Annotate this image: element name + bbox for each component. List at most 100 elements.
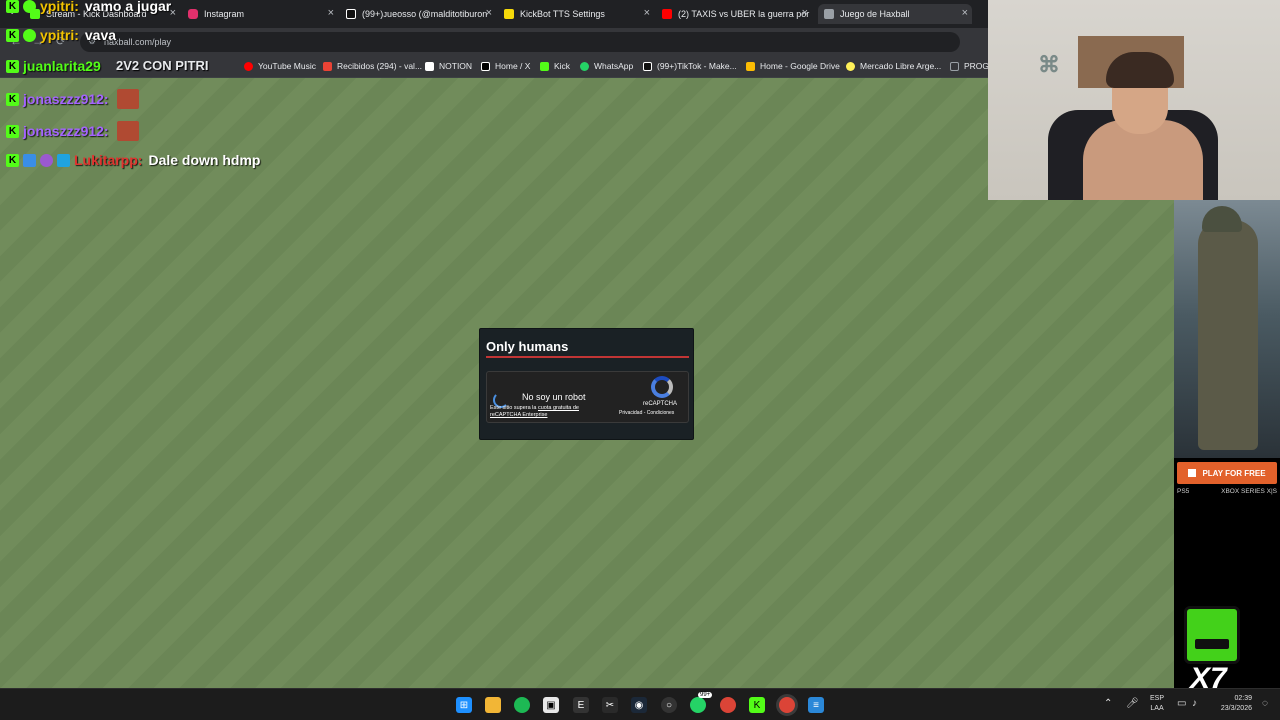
play-button-label: PLAY FOR FREE bbox=[1202, 468, 1266, 478]
notepad-icon[interactable]: ≡ bbox=[808, 697, 824, 713]
kick-app-icon[interactable]: K bbox=[749, 697, 765, 713]
bookmark-youtube-music[interactable]: YouTube Music bbox=[244, 61, 316, 71]
chat-username: Lukitarpp: bbox=[74, 152, 143, 168]
chat-text: vamo a jugar bbox=[84, 0, 172, 14]
kick-badge-icon: K bbox=[6, 59, 19, 73]
start-icon[interactable]: ⊞ bbox=[456, 697, 472, 713]
close-icon[interactable]: × bbox=[328, 7, 334, 19]
stream-mascot: X7 bbox=[1180, 604, 1242, 695]
bookmark-google-drive[interactable]: Home - Google Drive bbox=[746, 61, 840, 71]
subscriber-badge-icon bbox=[23, 0, 36, 13]
verified-badge-icon bbox=[40, 153, 53, 167]
whatsapp-badge: 99+ bbox=[698, 692, 713, 698]
instagram-favicon-icon bbox=[188, 9, 198, 19]
notion-icon bbox=[425, 61, 434, 71]
helmet-icon bbox=[1202, 206, 1242, 232]
platform-logos: PS5 XBOX SERIES X|S bbox=[1177, 488, 1277, 495]
dialog-title: Only humans bbox=[486, 339, 569, 354]
bookmark-label: PROG bbox=[964, 61, 990, 71]
youtube-favicon-icon bbox=[662, 9, 672, 19]
chat-username: jonaszzz912: bbox=[23, 123, 109, 139]
bookmark-label: Home / X bbox=[495, 61, 531, 71]
bookmark-2v2[interactable]: 2V2 CON PITRI bbox=[116, 58, 208, 73]
kick-badge-icon: K bbox=[6, 0, 19, 13]
bookmarks-bar: 2V2 CON PITRI YouTube Music Recibidos (2… bbox=[0, 56, 989, 78]
chat-username: juanlarita29 bbox=[23, 58, 101, 74]
play-for-free-button[interactable]: PLAY FOR FREE bbox=[1177, 462, 1277, 484]
kick-badge-icon: K bbox=[6, 153, 19, 167]
close-icon[interactable]: × bbox=[644, 7, 650, 19]
kick-badge-icon: K bbox=[6, 28, 19, 42]
bookmark-label: YouTube Music bbox=[258, 61, 316, 71]
bookmark-mercado-libre[interactable]: Mercado Libre Arge... bbox=[846, 61, 941, 71]
steam-icon[interactable]: ◉ bbox=[631, 697, 647, 713]
x-icon bbox=[481, 61, 490, 71]
angry-mascot-icon bbox=[1184, 606, 1240, 664]
gift-badge-icon bbox=[57, 153, 70, 167]
chat-message: K ypitri: vava bbox=[6, 27, 116, 43]
chat-message: K jonaszzz912: bbox=[6, 121, 139, 141]
whatsapp-icon[interactable] bbox=[690, 697, 706, 713]
subscriber-badge-icon bbox=[23, 28, 36, 42]
capcut-icon[interactable]: ✂ bbox=[602, 697, 618, 713]
epic-games-icon[interactable]: E bbox=[573, 697, 589, 713]
tab-haxball[interactable]: Juego de Haxball × bbox=[818, 4, 972, 24]
chrome-icon[interactable] bbox=[720, 697, 736, 713]
kick-icon bbox=[540, 61, 549, 71]
keyboard-layout: LAA bbox=[1150, 705, 1164, 712]
recaptcha-checkbox-label[interactable]: No soy un robot bbox=[522, 392, 586, 402]
notification-icon[interactable]: ◌ bbox=[1262, 698, 1268, 709]
tab-label: Juego de Haxball bbox=[840, 9, 910, 19]
language-indicator[interactable]: ESP LAA bbox=[1150, 694, 1164, 714]
tab-kickbot[interactable]: KickBot TTS Settings × bbox=[504, 4, 654, 24]
spotify-icon[interactable] bbox=[514, 697, 530, 713]
mascot-mouth bbox=[1195, 639, 1229, 649]
chat-text: Dale down hdmp bbox=[148, 152, 261, 168]
omnibox[interactable] bbox=[80, 32, 960, 52]
close-icon[interactable]: × bbox=[486, 7, 492, 19]
bookmark-tiktok[interactable]: (99+)TikTok - Make... bbox=[643, 61, 737, 71]
close-icon[interactable]: × bbox=[962, 7, 968, 19]
close-icon[interactable]: × bbox=[802, 7, 808, 19]
bookmark-kick[interactable]: Kick bbox=[540, 61, 570, 71]
chat-message: K Lukitarpp: Dale down hdmp bbox=[6, 152, 260, 168]
bookmark-label: 2V2 CON PITRI bbox=[116, 58, 209, 73]
chat-message: K jonaszzz912: bbox=[6, 89, 139, 109]
dialog-divider bbox=[486, 356, 689, 358]
tiktok-favicon-icon bbox=[346, 9, 356, 19]
tab-youtube[interactable]: (2) TAXIS vs UBER la guerra por × bbox=[662, 4, 812, 24]
bookmark-folder-prog[interactable]: PROG bbox=[950, 61, 989, 71]
tab-tiktok[interactable]: (99+)ᴊueosso (@malditotiburon × bbox=[346, 4, 496, 24]
recaptcha-widget: No soy un robot Este sitio supera la cuo… bbox=[486, 371, 689, 423]
bookmark-x[interactable]: Home / X bbox=[481, 61, 530, 71]
chevron-up-icon[interactable]: ⌃ bbox=[1104, 698, 1112, 709]
store-icon[interactable]: ▣ bbox=[543, 697, 559, 713]
kickbot-favicon-icon bbox=[504, 9, 514, 19]
bookmark-whatsapp[interactable]: WhatsApp bbox=[580, 61, 633, 71]
chrome-active-icon[interactable] bbox=[779, 697, 795, 713]
chat-text: vava bbox=[84, 27, 117, 43]
youtube-music-icon bbox=[244, 61, 253, 71]
chat-message: K ypitri: vamo a jugar bbox=[6, 0, 171, 14]
gmail-icon bbox=[323, 61, 332, 71]
system-clock[interactable]: 02:39 23/3/2026 bbox=[1214, 694, 1252, 714]
file-explorer-icon[interactable] bbox=[485, 697, 501, 713]
bookmark-notion[interactable]: NOTION bbox=[425, 61, 472, 71]
haxball-favicon-icon bbox=[824, 9, 834, 19]
language-code: ESP bbox=[1150, 695, 1165, 702]
tab-instagram[interactable]: Instagram × bbox=[188, 4, 338, 24]
kick-badge-icon: K bbox=[6, 124, 19, 138]
recaptcha-logo-icon bbox=[651, 376, 673, 398]
xbox-logo: XBOX SERIES X|S bbox=[1221, 488, 1277, 495]
bookmark-gmail[interactable]: Recibidos (294) - val... bbox=[323, 61, 422, 71]
network-icon[interactable]: ▭ bbox=[1177, 698, 1186, 709]
obs-icon[interactable]: ○ bbox=[661, 697, 677, 713]
microphone-icon[interactable]: 🎤︎ bbox=[1126, 698, 1139, 709]
recaptcha-terms-link[interactable]: Privacidad - Condiciones bbox=[619, 410, 674, 416]
volume-icon[interactable]: ♪ bbox=[1192, 698, 1197, 709]
ad-artwork bbox=[1174, 200, 1280, 458]
mercado-libre-icon bbox=[846, 61, 855, 71]
ps5-logo: PS5 bbox=[1177, 488, 1190, 495]
tiktok-icon bbox=[643, 61, 652, 71]
whatsapp-icon bbox=[580, 61, 589, 71]
